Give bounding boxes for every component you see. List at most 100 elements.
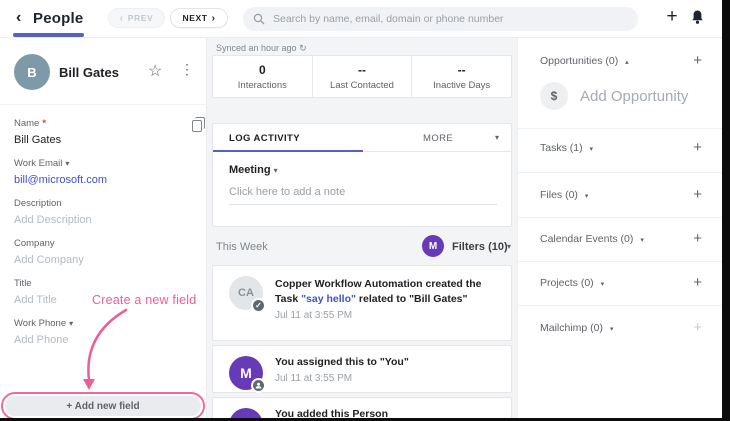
caret-down-icon[interactable]: ▾ bbox=[495, 133, 499, 142]
next-button[interactable]: NEXT › bbox=[170, 8, 228, 28]
section-mailchimp[interactable]: Mailchimp (0) ▾ + bbox=[518, 319, 722, 339]
app-window: ‹ People ‹ PREV NEXT › + B Bill Gates ☆ … bbox=[0, 0, 730, 421]
star-icon[interactable]: ☆ bbox=[148, 61, 162, 81]
top-header: ‹ People ‹ PREV NEXT › + bbox=[0, 0, 722, 38]
section-calendar-events-label: Calendar Events (0) bbox=[540, 233, 633, 245]
add-event-plus-icon[interactable]: + bbox=[693, 230, 702, 247]
task-badge-icon: ✓ bbox=[251, 298, 266, 313]
add-opportunity-plus-icon[interactable]: + bbox=[693, 52, 702, 69]
add-new-button[interactable]: + bbox=[660, 5, 684, 29]
caret-down-icon[interactable]: ▾ bbox=[65, 159, 69, 168]
caret-down-icon[interactable]: ▾ bbox=[590, 146, 594, 153]
field-name[interactable]: Name * Bill Gates bbox=[14, 118, 194, 146]
caret-down-icon[interactable]: ▾ bbox=[69, 319, 73, 328]
field-name-label: Name bbox=[14, 118, 39, 129]
section-tasks[interactable]: Tasks (1) ▾ + bbox=[518, 139, 722, 159]
page-title: People bbox=[33, 10, 83, 27]
contact-avatar: B bbox=[14, 54, 50, 90]
related-sidebar: Opportunities (0) ▴ + $ Add Opportunity … bbox=[517, 38, 722, 421]
notifications-bell-icon[interactable] bbox=[690, 9, 705, 30]
kebab-menu-icon[interactable]: ⋮ bbox=[180, 61, 194, 78]
caret-down-icon[interactable]: ▾ bbox=[585, 193, 589, 200]
stat-last-contacted[interactable]: -- Last Contacted bbox=[313, 56, 413, 97]
note-composer: Meeting ▾ Click here to add a note bbox=[213, 152, 511, 205]
add-file-plus-icon[interactable]: + bbox=[693, 186, 702, 203]
global-search[interactable] bbox=[243, 7, 638, 31]
dollar-icon: $ bbox=[540, 82, 568, 110]
tab-log-activity[interactable]: LOG ACTIVITY bbox=[229, 133, 300, 144]
back-icon[interactable]: ‹ bbox=[16, 9, 21, 27]
field-description-placeholder[interactable]: Add Description bbox=[14, 214, 194, 226]
next-button-label: NEXT bbox=[182, 13, 207, 23]
section-files[interactable]: Files (0) ▾ + bbox=[518, 186, 722, 206]
activity-text: You assigned this to "You" Jul 11 at 3:5… bbox=[275, 355, 503, 387]
add-new-field-button[interactable]: + Add new field bbox=[5, 396, 201, 416]
filter-user-avatar[interactable]: M bbox=[422, 235, 444, 257]
activity-column: Synced an hour ago ↻ 0 Interactions -- L… bbox=[207, 38, 517, 421]
field-work-email[interactable]: Work Email ▾ bill@microsoft.com bbox=[14, 158, 194, 186]
activity-text: Copper Workflow Automation created the T… bbox=[275, 277, 503, 324]
field-title-label: Title bbox=[14, 278, 32, 289]
synced-status: Synced an hour ago ↻ bbox=[216, 43, 307, 54]
section-calendar-events[interactable]: Calendar Events (0) ▾ + bbox=[518, 230, 722, 250]
activity-item[interactable]: M You assigned this to "You" Jul 11 at 3… bbox=[212, 345, 512, 393]
divider bbox=[518, 305, 722, 306]
stat-value: 0 bbox=[259, 63, 266, 77]
tab-more[interactable]: MORE bbox=[423, 133, 453, 144]
contact-name: Bill Gates bbox=[59, 65, 119, 80]
stats-bar: 0 Interactions -- Last Contacted -- Inac… bbox=[212, 55, 512, 98]
stat-interactions[interactable]: 0 Interactions bbox=[213, 56, 313, 97]
search-input[interactable] bbox=[273, 13, 628, 25]
annotation-label: Create a new field bbox=[92, 293, 196, 307]
activity-item[interactable]: CA ✓ Copper Workflow Automation created … bbox=[212, 265, 512, 341]
contact-fields: Name * Bill Gates Work Email ▾ bill@micr… bbox=[14, 118, 194, 358]
activity-timestamp: Jul 11 at 3:55 PM bbox=[275, 309, 503, 324]
stat-label: Inactive Days bbox=[433, 80, 490, 91]
annotation-highlight-ring: + Add new field bbox=[1, 392, 205, 420]
field-description[interactable]: Description Add Description bbox=[14, 198, 194, 226]
section-tasks-label: Tasks (1) bbox=[540, 142, 583, 154]
field-work-phone-label: Work Phone bbox=[14, 318, 66, 329]
activity-text-pre: You assigned this to "You" bbox=[275, 356, 409, 368]
caret-up-icon[interactable]: ▴ bbox=[625, 59, 629, 66]
activity-type-dropdown[interactable]: Meeting ▾ bbox=[229, 164, 495, 176]
section-opportunities[interactable]: Opportunities (0) ▴ + bbox=[518, 52, 722, 72]
add-mailchimp-plus-icon: + bbox=[693, 319, 702, 336]
field-work-phone[interactable]: Work Phone ▾ Add Phone bbox=[14, 318, 194, 346]
add-opportunity-button[interactable]: $ Add Opportunity bbox=[518, 82, 722, 112]
stat-value: -- bbox=[358, 63, 366, 77]
field-company-placeholder[interactable]: Add Company bbox=[14, 254, 194, 266]
contact-header: B Bill Gates ☆ ⋮ bbox=[0, 52, 206, 96]
contact-sidebar: B Bill Gates ☆ ⋮ Name * Bill Gates Work … bbox=[0, 38, 207, 421]
screen-edge bbox=[722, 0, 730, 421]
field-company[interactable]: Company Add Company bbox=[14, 238, 194, 266]
activity-avatar: M bbox=[229, 356, 263, 390]
chevron-right-icon: › bbox=[212, 13, 216, 24]
caret-down-icon[interactable]: ▾ bbox=[640, 237, 644, 244]
add-task-plus-icon[interactable]: + bbox=[693, 139, 702, 156]
divider bbox=[518, 128, 722, 129]
task-link[interactable]: "say hello" bbox=[301, 293, 356, 305]
search-icon bbox=[253, 13, 265, 25]
filters-dropdown[interactable]: Filters (10) bbox=[452, 241, 508, 253]
caret-down-icon[interactable]: ▾ bbox=[610, 326, 614, 333]
divider bbox=[518, 217, 722, 218]
caret-down-icon[interactable]: ▾ bbox=[601, 281, 605, 288]
feed-header: This Week M Filters (10) ▾ bbox=[207, 235, 517, 259]
caret-down-icon[interactable]: ▾ bbox=[507, 242, 511, 251]
stat-label: Interactions bbox=[238, 80, 287, 91]
stat-inactive-days[interactable]: -- Inactive Days bbox=[412, 56, 511, 97]
field-name-value[interactable]: Bill Gates bbox=[14, 134, 194, 146]
add-project-plus-icon[interactable]: + bbox=[693, 274, 702, 291]
section-projects[interactable]: Projects (0) ▾ + bbox=[518, 274, 722, 294]
field-work-email-label: Work Email bbox=[14, 158, 62, 169]
caret-down-icon: ▾ bbox=[274, 166, 278, 175]
prev-button[interactable]: ‹ PREV bbox=[108, 8, 165, 28]
synced-label: Synced an hour ago bbox=[216, 43, 297, 53]
field-work-phone-placeholder[interactable]: Add Phone bbox=[14, 334, 194, 346]
section-opportunities-label: Opportunities (0) bbox=[540, 55, 618, 67]
note-input[interactable]: Click here to add a note bbox=[229, 186, 497, 205]
field-work-email-value[interactable]: bill@microsoft.com bbox=[14, 174, 194, 186]
sync-icon[interactable]: ↻ bbox=[299, 43, 307, 53]
active-tab-underline bbox=[13, 33, 84, 37]
